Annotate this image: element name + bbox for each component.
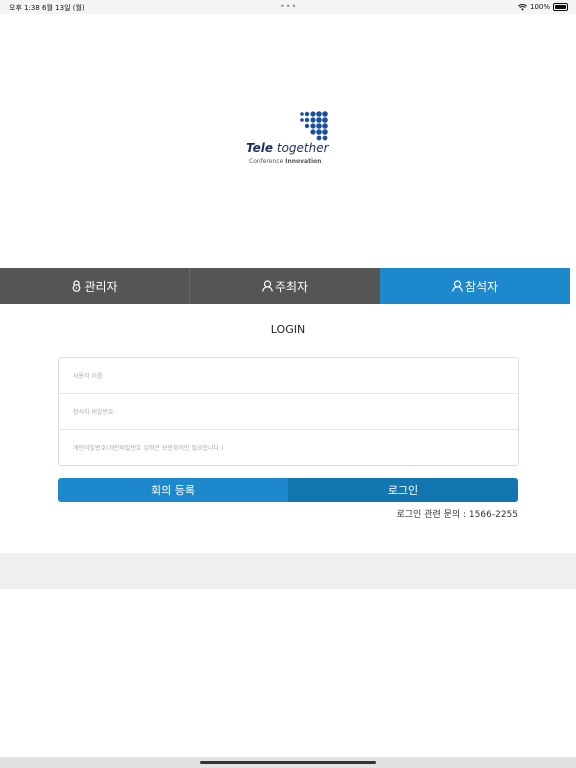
home-indicator[interactable] <box>200 761 376 764</box>
logo-tagline: Conference Innovation <box>249 158 322 165</box>
person-icon <box>452 280 463 292</box>
tab-admin[interactable]: 관리자 <box>0 268 190 304</box>
attendee-password-input[interactable] <box>71 394 505 431</box>
action-buttons: 회의 등록 로그인 <box>58 478 518 502</box>
lock-icon <box>73 280 81 292</box>
personal-password-row <box>59 430 518 467</box>
person-icon <box>262 280 273 292</box>
tab-attendee-label: 참석자 <box>464 279 499 294</box>
username-row <box>59 358 518 395</box>
login-form <box>58 357 519 467</box>
tab-host[interactable]: 주최자 <box>190 268 380 304</box>
wifi-icon <box>518 3 527 11</box>
register-meeting-button[interactable]: 회의 등록 <box>58 478 288 502</box>
battery-percent: 100% <box>529 3 550 11</box>
teletogether-logo: Tele together Conference Innovation <box>246 111 336 171</box>
username-input[interactable] <box>71 358 505 395</box>
status-time-date: 오후 1:38 6월 13일 (월) <box>9 4 85 12</box>
multitasking-dots[interactable]: ••• <box>280 2 297 11</box>
password-row <box>59 394 518 431</box>
battery-icon <box>553 3 568 11</box>
logo-wordmark: Tele together <box>246 141 329 155</box>
status-bar: 오후 1:38 6월 13일 (월) ••• 100% <box>0 0 576 14</box>
status-right: 100% <box>518 3 568 11</box>
login-button[interactable]: 로그인 <box>288 478 518 502</box>
tab-admin-label: 관리자 <box>84 279 118 294</box>
tab-host-label: 주최자 <box>274 279 309 294</box>
tab-attendee[interactable]: 참석자 <box>380 268 570 304</box>
role-tabs: 관리자 주최자 참석자 <box>0 268 570 304</box>
login-title: LOGIN <box>270 323 306 336</box>
personal-password-input[interactable] <box>71 430 505 467</box>
footer-band <box>0 553 576 589</box>
logo-dots-icon <box>300 111 328 141</box>
login-contact-info: 로그인 관련 문의 : 1566-2255 <box>396 510 519 520</box>
